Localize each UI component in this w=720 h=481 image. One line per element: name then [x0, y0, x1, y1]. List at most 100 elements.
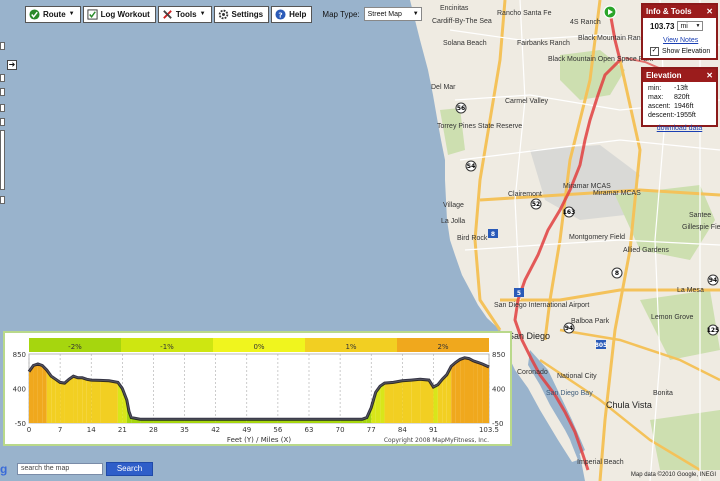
- map-place-label: Bird Rock: [457, 235, 488, 242]
- map-type-select[interactable]: Street Map ▼: [363, 7, 422, 21]
- svg-text:?: ?: [278, 10, 282, 19]
- tools-button[interactable]: Tools ▼: [157, 5, 212, 23]
- close-icon[interactable]: ✕: [706, 71, 713, 80]
- elevation-fill-segment: [420, 379, 429, 423]
- map-place-label: Solana Beach: [443, 40, 487, 47]
- x-tick-label: 35: [180, 426, 189, 434]
- log-workout-button[interactable]: Log Workout: [82, 5, 156, 23]
- elevation-fill-segment: [73, 376, 78, 423]
- log-workout-label: Log Workout: [100, 9, 150, 19]
- info-tools-title: Info & Tools: [646, 7, 692, 16]
- chevron-down-icon: ▼: [199, 11, 206, 17]
- map-place-label: Black Mountain Open Space Park: [548, 56, 654, 63]
- elevation-fill-segment: [109, 380, 118, 423]
- map-type-label: Map Type:: [322, 9, 360, 19]
- elevation-fill-segment: [37, 363, 43, 423]
- map-place-label: Encinitas: [440, 5, 469, 12]
- elevation-fill-segment: [380, 383, 385, 423]
- edge-control[interactable]: [0, 42, 5, 50]
- y-tick-label-right: 400: [492, 386, 505, 394]
- elevation-fill-segment: [60, 382, 65, 423]
- help-button[interactable]: ? Help: [271, 5, 313, 23]
- map-place-label: Village: [443, 202, 464, 209]
- elevation-fill-segment: [46, 370, 52, 423]
- route-button[interactable]: Route ▼: [25, 5, 81, 23]
- map-place-label: Miramar MCAS: [563, 183, 611, 190]
- expand-sidebar-button[interactable]: ➜: [7, 60, 17, 70]
- distance-unit-select[interactable]: mi ▼: [677, 21, 704, 31]
- elevation-fill-segment: [442, 374, 447, 423]
- view-notes-link[interactable]: View Notes: [663, 37, 698, 44]
- chart-copyright: Copyright 2008 MapMyFitness, Inc.: [384, 437, 489, 444]
- map-place-label: Santee: [689, 212, 712, 219]
- show-elevation-checkbox[interactable]: ✓: [650, 47, 659, 56]
- elevation-descent-value: -1955ft: [674, 112, 696, 119]
- elevation-fill-segment: [55, 379, 61, 423]
- x-tick-label: 91: [429, 426, 438, 434]
- elevation-fill-segment: [402, 380, 412, 423]
- map-credit: Map data ©2010 Google, INEGI: [630, 472, 716, 478]
- search-button[interactable]: Search: [106, 462, 153, 476]
- x-tick-label: 56: [273, 426, 282, 434]
- distance-unit-value: mi: [680, 22, 688, 30]
- svg-text:125: 125: [707, 327, 720, 334]
- map-place-label: Del Mar: [431, 84, 456, 91]
- svg-text:8: 8: [615, 270, 619, 277]
- x-tick-label: 84: [398, 426, 407, 434]
- y-tick-label: 400: [13, 386, 26, 394]
- elevation-fill-segment: [77, 377, 83, 423]
- elevation-min-label: min:: [648, 85, 662, 92]
- elevation-max-value: 820ft: [674, 94, 690, 101]
- svg-text:52: 52: [532, 201, 540, 208]
- map-place-label: Balboa Park: [571, 318, 610, 325]
- checkmark-icon: [29, 8, 40, 20]
- elevation-min-value: -13ft: [674, 85, 689, 92]
- grade-band-label: -2%: [68, 343, 82, 351]
- edge-control[interactable]: [0, 118, 5, 126]
- settings-label: Settings: [231, 9, 264, 19]
- map-place-label: La Jolla: [441, 218, 466, 225]
- map-place-label: Rancho Santa Fe: [497, 10, 552, 17]
- map-place-label: Miramar MCAS: [593, 190, 641, 197]
- grade-band-label: 1%: [345, 343, 356, 351]
- tools-icon: [162, 9, 172, 19]
- elevation-fill-segment: [460, 357, 465, 423]
- elevation-chart[interactable]: -2% -1% 0% 1% 2%850400-50850400-500 7 14 21 28 35…: [5, 333, 510, 444]
- elevation-fill-segment: [69, 376, 74, 423]
- zoom-slider[interactable]: [0, 130, 5, 190]
- map-place-label: Cardiff-By-The Sea: [432, 18, 492, 25]
- chevron-down-icon: ▼: [695, 23, 701, 29]
- map-place-label: Chula Vista: [606, 400, 652, 410]
- map-place-label: 4S Ranch: [570, 19, 601, 26]
- x-tick-label: 14: [87, 426, 96, 434]
- elevation-fill-segment: [469, 358, 474, 423]
- elevation-fill-segment: [411, 379, 421, 423]
- grade-band-label: -1%: [160, 343, 174, 351]
- search-map-input[interactable]: search the map: [17, 463, 103, 475]
- svg-text:163: 163: [563, 209, 576, 216]
- x-tick-label: 103.5: [479, 426, 499, 434]
- edge-control[interactable]: [0, 88, 5, 96]
- gear-icon: [218, 9, 228, 19]
- google-logo: g: [0, 462, 8, 476]
- elevation-fill-segment: [29, 365, 34, 423]
- elevation-ascent-value: 1946ft: [674, 103, 694, 110]
- map-place-label: San Diego: [508, 331, 551, 341]
- elevation-title: Elevation: [646, 71, 682, 80]
- info-tools-panel: Info & Tools ✕ 103.73 mi ▼ View Notes ✓ …: [641, 3, 718, 60]
- edge-control[interactable]: [0, 196, 5, 204]
- edge-control[interactable]: [0, 74, 5, 82]
- main-toolbar: Route ▼ Log Workout Tools ▼ Settings ? H…: [25, 5, 422, 23]
- close-icon[interactable]: ✕: [706, 7, 713, 16]
- x-tick-label: 70: [336, 426, 345, 434]
- x-tick-label: 77: [367, 426, 376, 434]
- download-data-link[interactable]: download data: [657, 125, 703, 132]
- help-icon: ?: [275, 8, 286, 20]
- x-tick-label: 21: [118, 426, 127, 434]
- map-place-label: Coronado: [517, 369, 548, 376]
- elevation-fill-segment: [86, 379, 92, 423]
- elevation-fill-segment: [82, 377, 87, 423]
- google-search-bar: g search the map Search: [0, 462, 153, 476]
- edge-control[interactable]: [0, 104, 5, 112]
- settings-button[interactable]: Settings: [213, 5, 270, 23]
